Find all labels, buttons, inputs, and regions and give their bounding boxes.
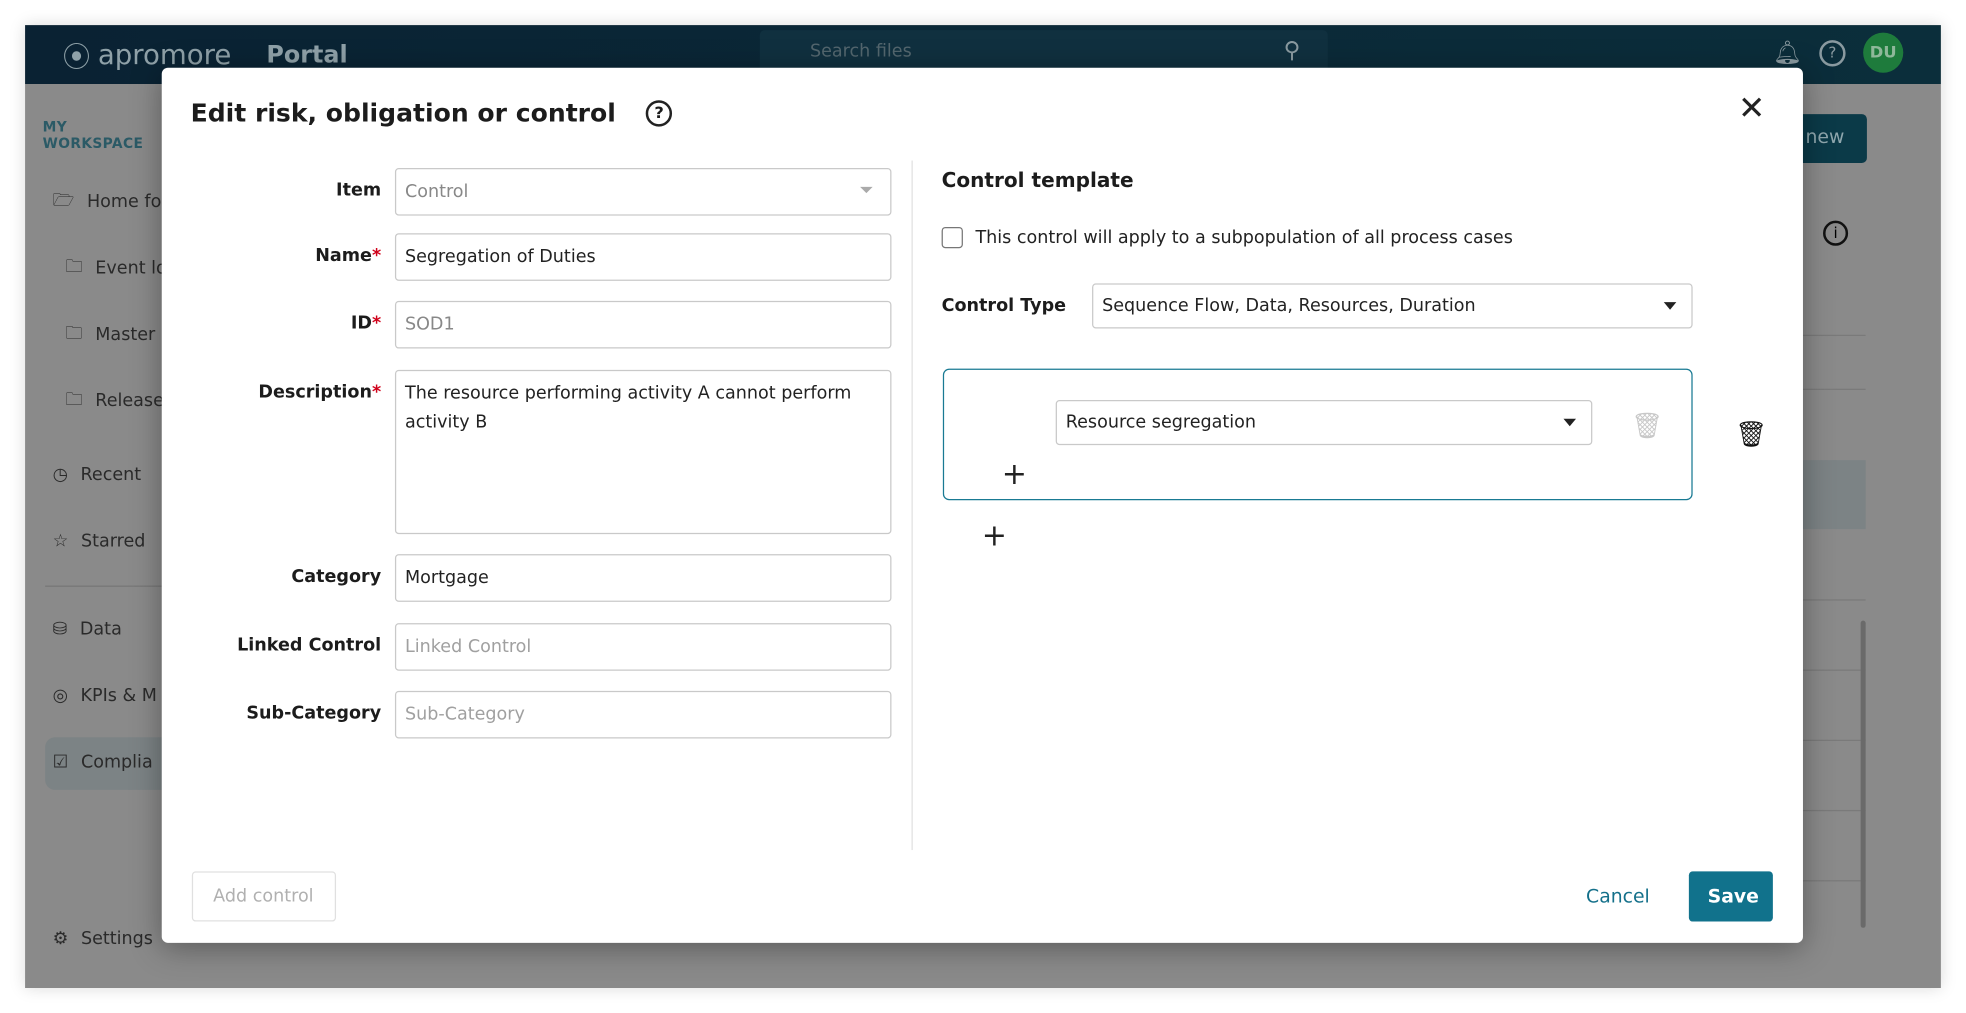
workspace-label: MY WORKSPACE [42,119,144,152]
product-name: Portal [266,41,348,69]
divider [1802,669,1866,671]
clipboard-check-icon: ☑ [52,752,69,773]
add-rule-plus-icon[interactable]: + [1002,459,1027,489]
folder-icon: 🗀︎ [65,257,83,278]
item-value: Control [404,181,469,202]
gear-icon: ⚙ [52,929,69,950]
chevron-down-icon [860,186,873,194]
search-placeholder: Search files [809,41,912,62]
sidebar-item-starred[interactable]: ☆ Starred [53,532,146,552]
brand: apromore [97,39,232,71]
sidebar: MY WORKSPACE 🗁︎ Home fo 🗀︎ Event lo 🗀︎ Mast… [25,84,171,988]
delete-rule-icon[interactable]: 🗑︎ [1631,410,1663,440]
id-input[interactable]: SOD1 [394,300,892,349]
avatar[interactable]: DU [1863,32,1904,73]
item-label: Item [336,180,382,201]
divider [1802,880,1866,882]
dialog-title: Edit risk, obligation or control [190,97,616,128]
database-icon: ⛁ [52,619,68,640]
clock-icon: ◷ [52,465,68,486]
column-divider [911,160,913,851]
control-type-value: Sequence Flow, Data, Resources, Duration [1102,295,1476,316]
checkbox-icon[interactable] [941,226,963,249]
divider [1802,599,1866,601]
apromore-logo-icon: ⦿ [62,42,91,74]
help-icon[interactable]: ? [1819,39,1846,66]
linked-control-label: Linked Control [237,635,382,656]
item-select[interactable]: Control [394,168,892,216]
sidebar-item-kpis[interactable]: ◎ KPIs & M [53,686,157,706]
rule-select[interactable]: Resource segregation [1055,399,1593,446]
name-label: Name* [315,245,382,266]
sidebar-item-settings[interactable]: ⚙ Settings [53,929,153,949]
caret-down-icon [1563,418,1577,427]
cancel-button[interactable]: Cancel [1586,885,1650,908]
sidebar-item-release[interactable]: 🗀︎ Release [65,386,164,416]
help-icon[interactable]: ? [645,99,673,127]
sidebar-item-data[interactable]: ⛁ Data [53,619,122,639]
rule-group: Resource segregation 🗑︎ + [942,368,1693,501]
divider [1802,334,1866,337]
sidebar-item-event-logs[interactable]: 🗀︎ Event lo [65,253,167,283]
control-type-select[interactable]: Sequence Flow, Data, Resources, Duration [1092,283,1693,329]
name-input[interactable]: Segregation of Duties [394,233,892,281]
add-group-plus-icon[interactable]: + [982,520,1007,550]
divider [1802,388,1866,390]
sidebar-item-master[interactable]: 🗀︎ Master [65,320,155,350]
divider [45,585,171,587]
scrollbar[interactable] [1860,620,1866,928]
bell-icon[interactable]: 🔔︎ [1773,39,1802,65]
category-label: Category [291,566,382,587]
sidebar-item-label: KPIs & M [80,685,157,706]
control-type-label: Control Type [941,295,1067,316]
checkbox-label: This control will apply to a subpopulati… [975,227,1513,248]
sidebar-item-label: Master [95,324,156,345]
id-label: ID* [350,313,382,334]
star-icon: ☆ [52,531,69,552]
selected-row [1802,460,1866,530]
sidebar-item-label: Settings [80,929,153,950]
info-icon[interactable]: i [1823,220,1849,246]
search-icon[interactable]: ⚲ [1284,38,1301,64]
subpopulation-checkbox[interactable]: This control will apply to a subpopulati… [941,226,1513,249]
folder-icon: 🗀︎ [65,323,83,344]
description-label: Description* [258,382,382,403]
sub-category-label: Sub-Category [246,703,382,724]
divider [1802,739,1866,741]
folder-open-icon: 🗁︎ [52,190,75,211]
save-button[interactable]: Save [1688,871,1773,922]
caret-down-icon [1663,302,1677,310]
sidebar-item-recent[interactable]: ◷ Recent [53,465,142,485]
sidebar-item-label: Starred [80,531,146,552]
sidebar-item-label: Event lo [95,258,167,279]
target-icon: ◎ [52,685,68,706]
delete-group-icon[interactable]: 🗑︎ [1735,419,1767,449]
linked-control-input[interactable]: Linked Control [394,623,892,671]
close-icon[interactable]: ✕ [1738,90,1765,128]
add-control-button[interactable]: Add control [191,871,337,922]
sidebar-item-label: Home fo [86,191,162,212]
control-template-title: Control template [941,168,1134,192]
edit-dialog: Edit risk, obligation or control? ✕ Item… [161,67,1803,943]
sidebar-item-label: Data [79,619,122,640]
folder-icon: 🗀︎ [65,389,83,410]
description-textarea[interactable]: The resource performing activity A canno… [394,369,892,535]
rule-value: Resource segregation [1065,412,1257,433]
sidebar-item-compliance[interactable]: ☑ Complia [53,752,153,772]
divider [1802,809,1866,812]
sidebar-item-label: Release [95,391,164,412]
sidebar-item-label: Recent [80,465,142,486]
sub-category-input[interactable]: Sub-Category [394,690,892,739]
category-input[interactable]: Mortgage [394,554,892,602]
sidebar-item-label: Complia [80,752,153,773]
sidebar-item-home[interactable]: 🗁︎ Home fo [53,187,162,217]
